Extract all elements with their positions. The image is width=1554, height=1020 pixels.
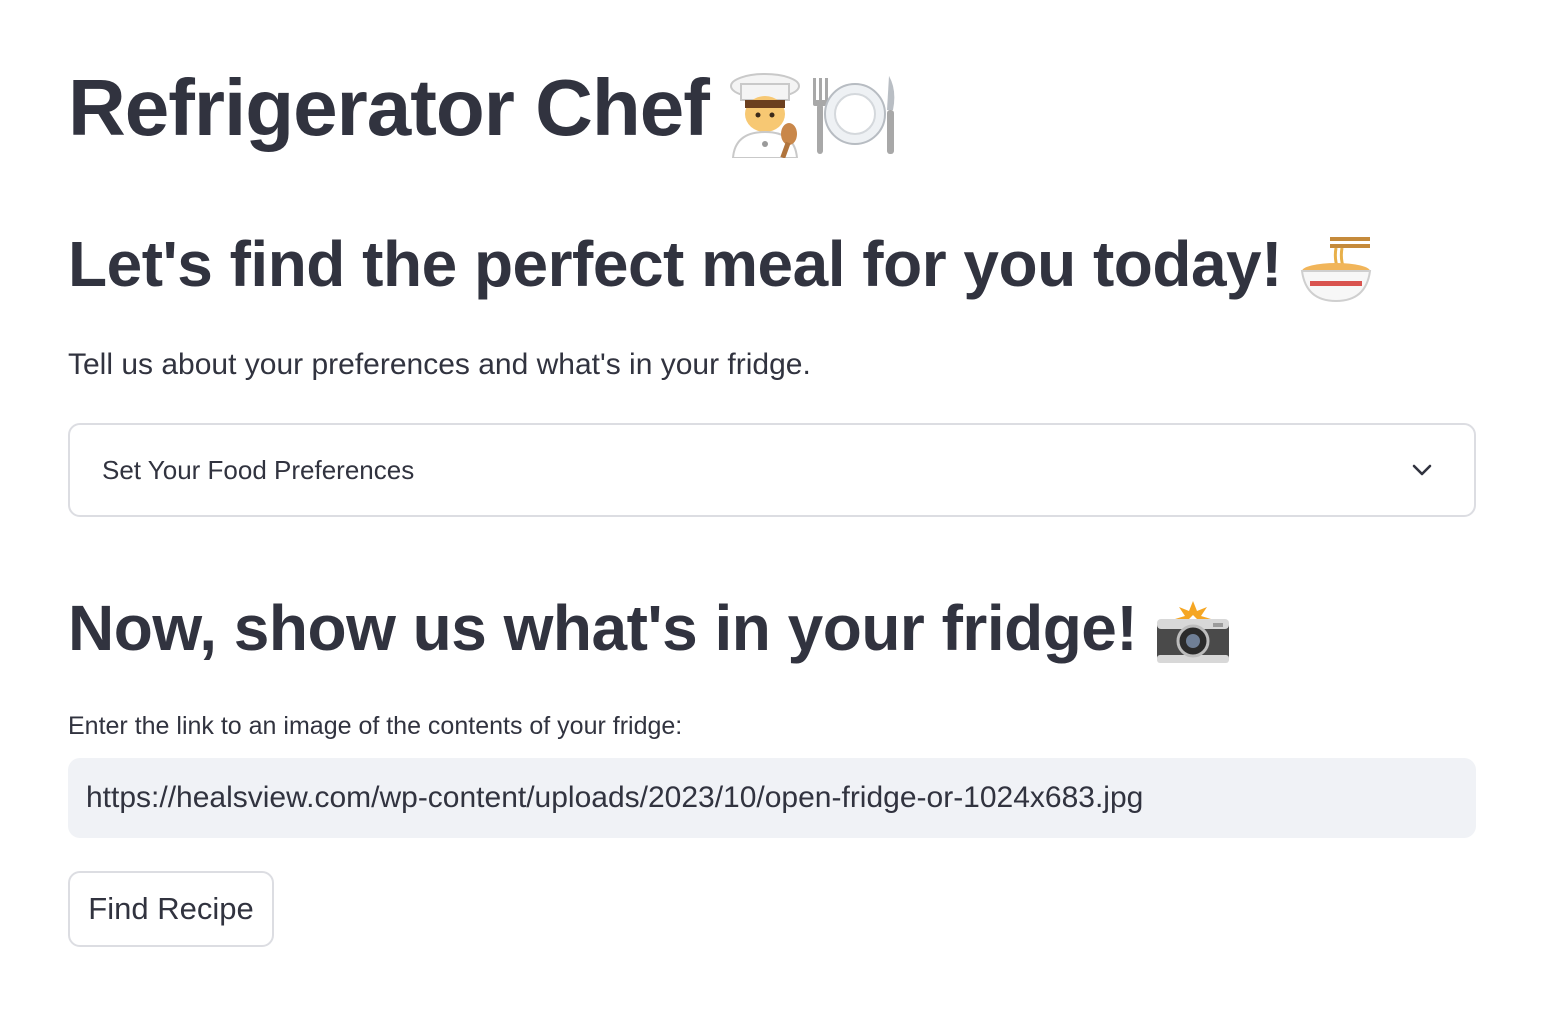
food-preferences-expander[interactable]: Set Your Food Preferences: [68, 423, 1476, 517]
image-link-input[interactable]: [68, 758, 1476, 838]
app-main: Refrigerator Chef Let's find the perfect…: [0, 0, 1554, 1020]
intro-text: Tell us about your preferences and what'…: [68, 348, 811, 381]
preferences-heading-text: Let's find the perfect meal for you toda…: [68, 228, 1282, 300]
fridge-heading: Now, show us what's in your fridge!: [68, 588, 1476, 668]
fridge-heading-text: Now, show us what's in your fridge!: [68, 592, 1138, 664]
image-link-label: Enter the link to an image of the conten…: [68, 712, 683, 740]
preferences-heading: Let's find the perfect meal for you toda…: [68, 224, 1476, 304]
noodle-bowl-icon: [1300, 235, 1372, 303]
camera-flash-icon: [1155, 601, 1231, 665]
chef-plate-icon: [727, 70, 899, 158]
page-title: Refrigerator Chef: [68, 56, 1476, 160]
page-title-text: Refrigerator Chef: [68, 63, 710, 152]
find-recipe-button[interactable]: Find Recipe: [68, 871, 274, 947]
chevron-down-icon[interactable]: [1410, 458, 1434, 482]
expander-label: Set Your Food Preferences: [102, 454, 415, 485]
